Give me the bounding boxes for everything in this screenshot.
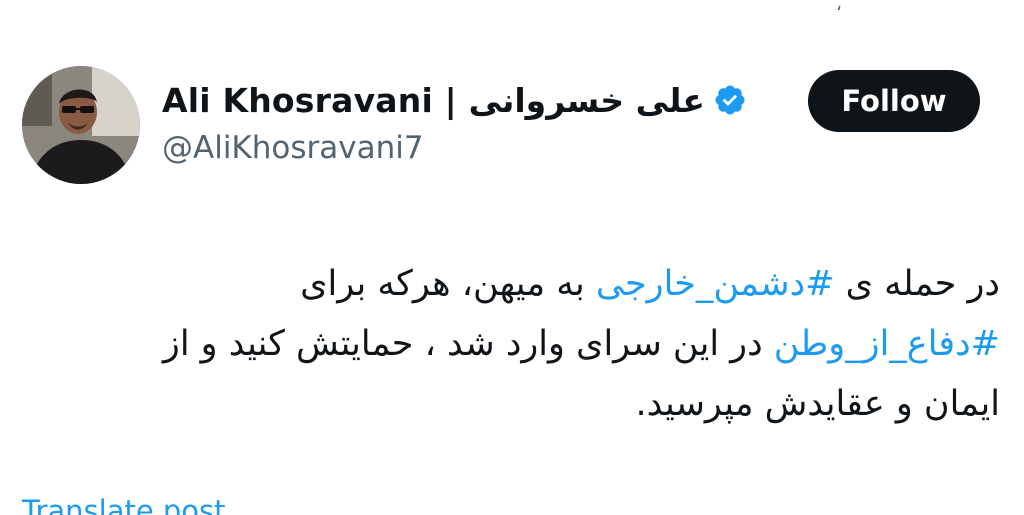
tweet-line: #دفاع_از_وطن در این سرای وارد شد ، حمایت… xyxy=(40,314,1000,374)
tweet-header: Ali Khosravani | علی خسروانی @AliKhosrav… xyxy=(22,66,982,184)
previous-content-fragment: ، xyxy=(836,0,842,15)
avatar-photo xyxy=(22,66,140,184)
user-handle[interactable]: @AliKhosravani7 xyxy=(162,130,747,166)
avatar[interactable] xyxy=(22,66,140,184)
translate-post-link[interactable]: Translate post xyxy=(22,494,226,515)
hashtag-link[interactable]: #دفاع_از_وطن xyxy=(774,324,1000,364)
hashtag-link[interactable]: #دشمن_خارجی xyxy=(596,264,835,304)
display-name[interactable]: Ali Khosravani | علی خسروانی xyxy=(162,81,705,120)
follow-button[interactable]: Follow xyxy=(808,70,980,132)
tweet-line: ایمان و عقایدش مپرسید. xyxy=(40,374,1000,434)
user-info: Ali Khosravani | علی خسروانی @AliKhosrav… xyxy=(162,76,747,166)
tweet-text: در حمله ی #دشمن_خارجی به میهن، هرکه برای… xyxy=(40,254,1000,434)
tweet-text-segment: در این سرای وارد شد ، حمایتش کنید و از xyxy=(162,324,774,364)
tweet-text-segment: ایمان و عقایدش مپرسید. xyxy=(635,384,1000,424)
name-row: Ali Khosravani | علی خسروانی xyxy=(162,76,747,124)
tweet-line: در حمله ی #دشمن_خارجی به میهن، هرکه برای xyxy=(40,254,1000,314)
tweet-text-segment: در حمله ی xyxy=(834,264,1000,304)
tweet-text-segment: به میهن، هرکه برای xyxy=(300,264,596,304)
verified-badge-icon[interactable] xyxy=(713,83,747,117)
